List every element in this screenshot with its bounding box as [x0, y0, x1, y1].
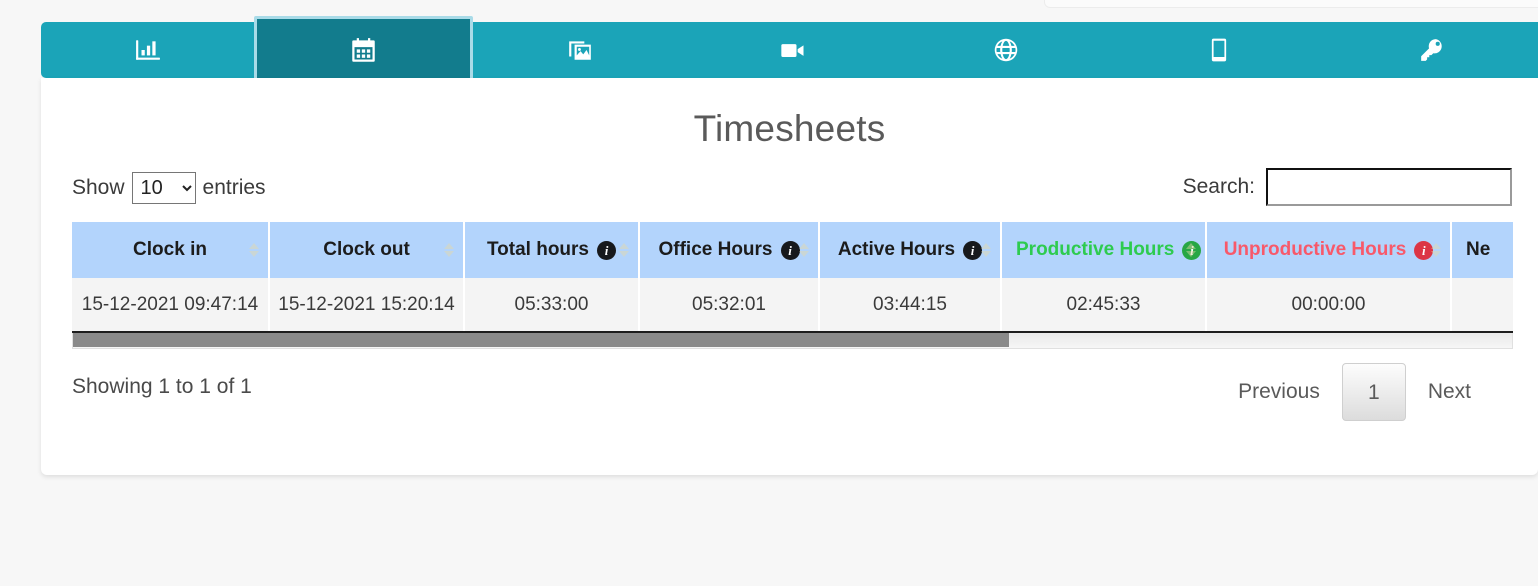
nav-screenshots[interactable] [473, 22, 686, 78]
table-horizontal-scrollbar[interactable] [72, 333, 1513, 349]
column-header-unproductive-hours[interactable]: Unproductive Hours i [1206, 222, 1452, 278]
info-icon[interactable]: i [597, 240, 617, 260]
table-row[interactable]: 15-12-2021 09:47:14 15-12-2021 15:20:14 … [72, 278, 1513, 333]
sort-arrows-icon[interactable] [799, 243, 809, 257]
timesheets-table: Clock in Clock out Total hours i Office … [72, 222, 1513, 333]
showing-entries-info: Showing 1 to 1 of 1 [72, 375, 252, 398]
page-title: Timesheets [693, 108, 886, 149]
column-label: Clock out [323, 239, 410, 260]
nav-recordings[interactable] [686, 22, 899, 78]
entries-length-control: Show 10 25 50 100 entries [72, 172, 266, 204]
column-header-productive-hours[interactable]: Productive Hours i [1001, 222, 1207, 278]
background-panel-edge [1044, 0, 1538, 8]
bar-chart-icon [135, 37, 161, 63]
column-label: Active Hours [837, 239, 956, 260]
sort-arrows-icon[interactable] [249, 243, 259, 257]
sort-arrows-icon[interactable] [981, 243, 991, 257]
column-label: Clock in [133, 239, 207, 260]
column-header-clock-out[interactable]: Clock out [269, 222, 465, 278]
cell-active-hours: 03:44:15 [819, 278, 1002, 333]
cell-unproductive-hours: 00:00:00 [1206, 278, 1452, 333]
column-label: Ne [1466, 239, 1491, 260]
pagination: Previous 1 Next [1216, 363, 1493, 421]
column-header-office-hours[interactable]: Office Hours i [639, 222, 820, 278]
cell-clock-in: 15-12-2021 09:47:14 [72, 278, 270, 333]
video-camera-icon [779, 36, 807, 64]
cell-clock-out: 15-12-2021 15:20:14 [269, 278, 465, 333]
globe-icon [993, 37, 1019, 63]
pagination-next[interactable]: Next [1406, 364, 1493, 420]
nav-web-activity[interactable] [899, 22, 1112, 78]
images-icon [567, 37, 593, 63]
column-header-clock-in[interactable]: Clock in [72, 222, 270, 278]
sort-arrows-icon[interactable] [444, 243, 454, 257]
info-icon[interactable]: i [963, 240, 983, 260]
pagination-previous[interactable]: Previous [1216, 364, 1342, 420]
column-header-total-hours[interactable]: Total hours i [464, 222, 640, 278]
sort-arrows-icon[interactable] [1431, 243, 1441, 257]
mobile-icon [1206, 37, 1232, 63]
sort-arrows-icon[interactable] [619, 243, 629, 257]
nav-dashboard[interactable] [41, 22, 254, 78]
cell-productive-hours: 02:45:33 [1001, 278, 1207, 333]
cell-office-hours: 05:32:01 [639, 278, 820, 333]
table-footer: Showing 1 to 1 of 1 Previous 1 Next [72, 349, 1507, 429]
table-controls: Show 10 25 50 100 entries Search: [41, 164, 1538, 222]
entries-length-select[interactable]: 10 25 50 100 [131, 172, 196, 204]
nav-mobile[interactable] [1112, 22, 1325, 78]
nav-credentials[interactable] [1325, 22, 1538, 78]
cell-total-hours: 05:33:00 [464, 278, 640, 333]
sort-arrows-icon[interactable] [1186, 243, 1196, 257]
nav-timesheets[interactable] [254, 16, 473, 84]
cell-next [1451, 278, 1513, 333]
column-label: Total hours [486, 239, 590, 260]
column-label: Unproductive Hours [1223, 239, 1407, 260]
key-icon [1419, 37, 1445, 63]
show-label: Show [72, 176, 125, 199]
timesheets-table-scroll: Clock in Clock out Total hours i Office … [72, 222, 1513, 333]
search-input[interactable] [1266, 168, 1512, 206]
table-header-row: Clock in Clock out Total hours i Office … [72, 222, 1513, 278]
column-label: Office Hours [658, 239, 773, 260]
pagination-page-1[interactable]: 1 [1341, 363, 1406, 421]
column-header-active-hours[interactable]: Active Hours i [819, 222, 1002, 278]
column-label: Productive Hours [1016, 239, 1175, 260]
search-control: Search: [1183, 168, 1512, 206]
search-label: Search: [1182, 175, 1255, 198]
scrollbar-thumb[interactable] [73, 333, 1009, 347]
info-icon[interactable]: i [780, 240, 800, 260]
column-header-next[interactable]: Ne [1451, 222, 1513, 278]
app-page: Timesheets Show 10 25 50 100 entries Sea… [0, 0, 1538, 586]
calendar-icon [350, 37, 377, 64]
main-navigation [41, 16, 1538, 84]
entries-label: entries [202, 176, 266, 199]
timesheets-card: Timesheets Show 10 25 50 100 entries Sea… [41, 78, 1538, 475]
